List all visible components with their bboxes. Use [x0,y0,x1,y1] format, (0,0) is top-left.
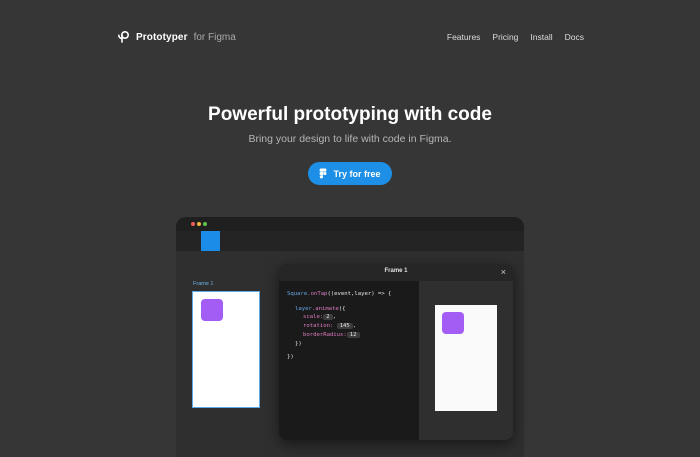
window-close-dot [191,222,195,226]
brand-name: Prototyper [136,31,188,43]
code-line-rotation: rotation: 145, [303,323,357,329]
top-navigation: Prototyper for Figma Features Pricing In… [0,0,700,76]
close-icon[interactable]: × [501,266,506,278]
brand-suffix: for Figma [193,31,236,43]
brand[interactable]: Prototyper for Figma [116,30,236,44]
nav-link-install[interactable]: Install [530,32,552,42]
hero-subtitle: Bring your design to life with code in F… [248,133,452,145]
frame-label: Frame 1 [193,281,214,287]
nav-link-features[interactable]: Features [447,32,481,42]
toolbar-active-tool [201,231,220,251]
window-maximize-dot [203,222,207,226]
square-layer [201,299,223,321]
try-for-free-button[interactable]: Try for free [308,162,392,185]
hero-title: Powerful prototyping with code [208,104,492,125]
dialog-title: Frame 1 [384,268,408,274]
preview-frame [435,305,497,411]
prototyper-logo-icon [118,30,130,43]
code-line-border-radius: borderRadius: 12 [303,332,360,338]
nav-links: Features Pricing Install Docs [447,32,584,42]
dialog-header: Frame 1 × [279,264,513,281]
code-line-close-outer: }) [287,354,294,360]
window-minimize-dot [197,222,201,226]
prototype-preview [419,281,513,440]
code-editor: Square.onTap((event,layer) => { layer.an… [279,281,419,440]
nav-link-pricing[interactable]: Pricing [492,32,518,42]
code-line-scale: scale: 2, [303,314,336,320]
nav-link-docs[interactable]: Docs [565,32,584,42]
prototyper-dialog: Frame 1 × Square.onTap((event,layer) => … [279,264,513,440]
window-titlebar [176,217,524,231]
code-line-close-inner: }) [295,341,302,347]
cta-label: Try for free [333,168,381,179]
preview-square-layer [442,312,464,334]
code-line-2: layer.animate({ [295,306,346,312]
figma-icon [320,168,327,179]
frame-artboard [193,292,259,407]
figma-toolbar [176,231,524,251]
code-line-1: Square.onTap((event,layer) => { [287,291,392,297]
